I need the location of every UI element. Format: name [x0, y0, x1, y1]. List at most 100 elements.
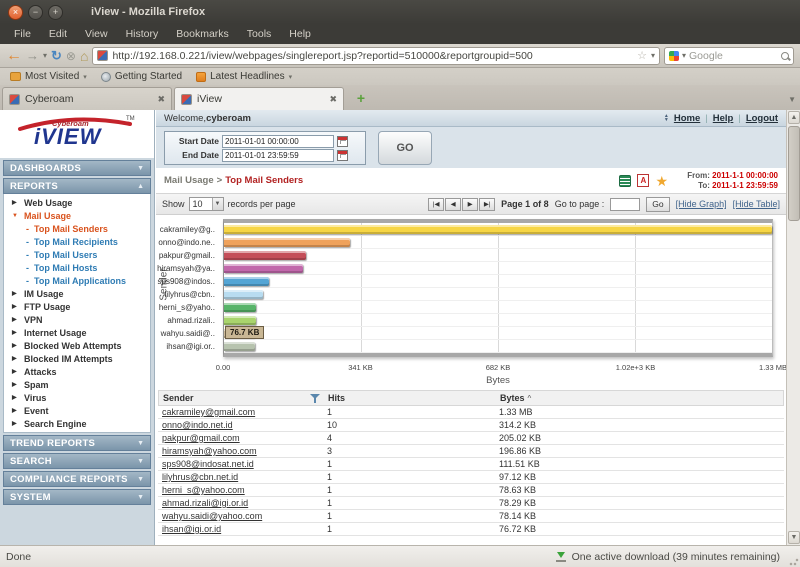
go-button[interactable]: GO	[378, 131, 432, 165]
search-icon[interactable]	[781, 51, 789, 60]
export-pdf-icon[interactable]: A	[637, 174, 650, 187]
sender-link[interactable]: cakramiley@gmail.com	[162, 407, 255, 417]
chart-bar[interactable]	[224, 238, 351, 247]
sidebar-section-compliance-reports[interactable]: COMPLIANCE REPORTS ▼	[3, 471, 151, 487]
start-date-field[interactable]	[222, 134, 334, 148]
chevron-down-icon[interactable]: ▼	[211, 198, 223, 210]
sender-link[interactable]: ihsan@igi.or.id	[162, 524, 221, 534]
search-bar[interactable]: ▾ Google	[664, 46, 794, 65]
sender-link[interactable]: hiramsyah@yahoo.com	[162, 446, 257, 456]
window-titlebar[interactable]: × − + iView - Mozilla Firefox	[0, 0, 800, 24]
scroll-down-icon[interactable]: ▼	[788, 531, 800, 544]
chart-bar[interactable]	[224, 264, 304, 273]
sender-link[interactable]: wahyu.saidi@yahoo.com	[162, 511, 262, 521]
sidebar-group-spam[interactable]: ▶ Spam	[4, 378, 150, 391]
column-header-bytes[interactable]: Bytes ^	[496, 393, 783, 403]
menu-edit[interactable]: Edit	[41, 26, 75, 42]
filter-icon[interactable]	[310, 393, 320, 403]
sidebar-group-blocked-im-attempts[interactable]: ▶ Blocked IM Attempts	[4, 352, 150, 365]
chart-bar[interactable]	[224, 251, 307, 260]
vertical-scrollbar[interactable]: ▲ ▼	[786, 110, 800, 545]
search-input[interactable]: Google	[689, 50, 778, 62]
chart-bar[interactable]	[224, 290, 264, 299]
history-dropdown-icon[interactable]: ▾	[43, 51, 47, 60]
chart-bar[interactable]	[224, 342, 255, 351]
sender-link[interactable]: pakpur@gmail.com	[162, 433, 240, 443]
search-engine-dropdown-icon[interactable]: ▾	[682, 51, 686, 60]
window-minimize-button[interactable]: −	[28, 4, 43, 20]
favorite-star-icon[interactable]: ★	[655, 174, 668, 188]
sidebar-item-top-mail-applications[interactable]: - Top Mail Applications	[4, 274, 150, 287]
chart-bar[interactable]	[224, 277, 269, 286]
url-input[interactable]: http://192.168.0.221/iview/webpages/sing…	[112, 50, 633, 62]
sender-link[interactable]: ahmad.rizali@igi.or.id	[162, 498, 248, 508]
scroll-up-icon[interactable]: ▲	[788, 111, 800, 124]
breadcrumb-parent[interactable]: Mail Usage	[164, 175, 214, 186]
menu-view[interactable]: View	[77, 26, 116, 42]
url-dropdown-icon[interactable]: ▾	[651, 51, 655, 60]
sender-link[interactable]: onno@indo.net.id	[162, 420, 233, 430]
export-excel-icon[interactable]	[619, 174, 632, 187]
sidebar-group-virus[interactable]: ▶ Virus	[4, 391, 150, 404]
first-page-button[interactable]: |◀	[428, 197, 445, 211]
tab-iview[interactable]: iView ✖	[174, 87, 344, 110]
end-date-field[interactable]	[222, 148, 334, 162]
header-link-logout[interactable]: Logout	[746, 113, 778, 124]
new-tab-button[interactable]: +	[350, 90, 372, 108]
sidebar-group-mail-usage[interactable]: ▼ Mail Usage	[4, 209, 150, 222]
prev-page-button[interactable]: ◀	[445, 197, 462, 211]
menu-tools[interactable]: Tools	[239, 26, 280, 42]
reload-button[interactable]: ↻	[51, 49, 62, 62]
sender-link[interactable]: lilyhrus@cbn.net.id	[162, 472, 238, 482]
list-all-tabs-icon[interactable]: ▼	[788, 95, 796, 104]
stop-button[interactable]: ⊗	[66, 50, 76, 62]
home-button[interactable]: ⌂	[80, 49, 88, 63]
goto-go-button[interactable]: Go	[646, 196, 670, 212]
tab-cyberoam[interactable]: Cyberoam ✖	[2, 87, 172, 110]
back-button[interactable]: ←	[6, 47, 22, 64]
hide-graph-link[interactable]: [Hide Graph]	[676, 199, 727, 209]
menu-history[interactable]: History	[118, 26, 167, 42]
window-maximize-button[interactable]: +	[48, 4, 63, 20]
tab-close-icon[interactable]: ✖	[329, 94, 337, 105]
bookmark-most-visited[interactable]: Most Visited ▾	[10, 71, 87, 82]
sidebar-group-search-engine[interactable]: ▶ Search Engine	[4, 417, 150, 430]
sidebar-group-ftp-usage[interactable]: ▶ FTP Usage	[4, 300, 150, 313]
forward-button[interactable]: →	[26, 49, 39, 62]
sidebar-section-search[interactable]: SEARCH ▼	[3, 453, 151, 469]
url-bar[interactable]: http://192.168.0.221/iview/webpages/sing…	[92, 46, 660, 65]
header-link-home[interactable]: Home	[674, 113, 700, 124]
last-page-button[interactable]: ▶|	[479, 197, 496, 211]
calendar-icon[interactable]	[337, 149, 348, 161]
bookmark-star-icon[interactable]: ☆	[637, 49, 647, 62]
sidebar-section-trend-reports[interactable]: TREND REPORTS ▼	[3, 435, 151, 451]
bookmark-latest-headlines[interactable]: Latest Headlines ▾	[196, 71, 292, 82]
sidebar-group-internet-usage[interactable]: ▶ Internet Usage	[4, 326, 150, 339]
sidebar-group-vpn[interactable]: ▶ VPN	[4, 313, 150, 326]
goto-page-input[interactable]	[610, 197, 641, 211]
sidebar-section-reports[interactable]: REPORTS ▲	[3, 178, 151, 194]
next-page-button[interactable]: ▶	[462, 197, 479, 211]
sidebar-group-blocked-web-attempts[interactable]: ▶ Blocked Web Attempts	[4, 339, 150, 352]
sidebar-group-event[interactable]: ▶ Event	[4, 404, 150, 417]
menu-help[interactable]: Help	[281, 26, 319, 42]
hide-table-link[interactable]: [Hide Table]	[733, 199, 780, 209]
sidebar-section-system[interactable]: SYSTEM ▼	[3, 489, 151, 505]
menu-file[interactable]: File	[6, 26, 39, 42]
sidebar-group-web-usage[interactable]: ▶ Web Usage	[4, 196, 150, 209]
page-size-select[interactable]: 10 ▼	[188, 197, 224, 211]
chart-bar[interactable]	[224, 225, 772, 234]
sidebar-group-attacks[interactable]: ▶ Attacks	[4, 365, 150, 378]
calendar-icon[interactable]	[337, 135, 348, 147]
download-status[interactable]: One active download (39 minutes remainin…	[555, 551, 780, 563]
window-close-button[interactable]: ×	[8, 4, 23, 20]
sidebar-item-top-mail-hosts[interactable]: - Top Mail Hosts	[4, 261, 150, 274]
sidebar-group-im-usage[interactable]: ▶ IM Usage	[4, 287, 150, 300]
sidebar-section-dashboards[interactable]: DASHBOARDS ▼	[3, 160, 151, 176]
sidebar-item-top-mail-recipients[interactable]: - Top Mail Recipients	[4, 235, 150, 248]
bookmark-getting-started[interactable]: Getting Started	[100, 71, 182, 82]
collapse-header-icon[interactable]: ▲ ▼	[664, 114, 669, 123]
column-header-sender[interactable]: Sender	[163, 393, 194, 403]
column-header-hits[interactable]: Hits	[324, 393, 496, 403]
chart-bar[interactable]	[224, 316, 256, 325]
